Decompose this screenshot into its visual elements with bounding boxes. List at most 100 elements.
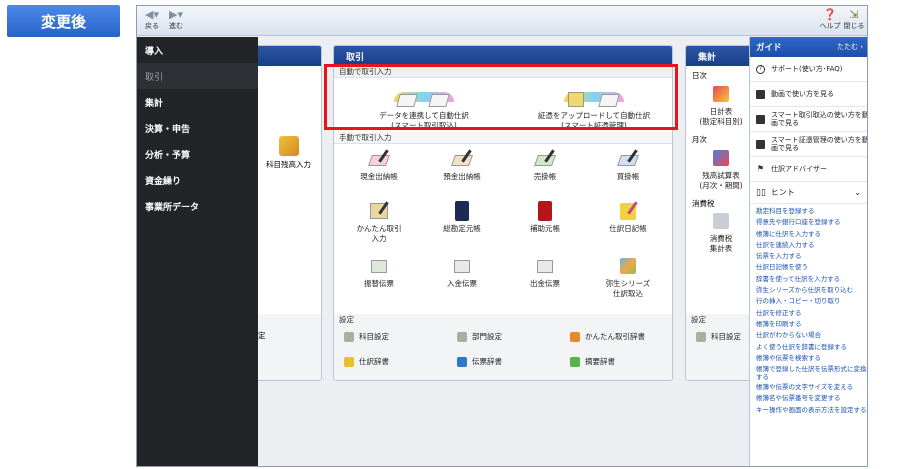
tekiyo-jisho-button[interactable]: 摘要辞書 xyxy=(570,356,615,367)
dictionary-orange-icon xyxy=(570,331,580,342)
hint-link[interactable]: 帳簿で登録した仕訳を伝票形式に変換する xyxy=(756,364,867,382)
trial-balance-icon xyxy=(710,148,732,168)
menu-item-shukei[interactable]: 集計 xyxy=(137,89,258,115)
deposit-slip-icon xyxy=(451,256,473,276)
video-camera-icon xyxy=(756,139,765,149)
forward-button[interactable]: ▶▾ 進む xyxy=(165,9,187,31)
shiwake-nikkicho-button[interactable]: 仕訳日記帳 xyxy=(588,201,668,234)
tax-report-icon xyxy=(710,211,732,231)
hint-list: 勘定科目を登録する 得意先や銀行口座を登録する 帳簿に仕訳を入力する 仕訳を連続… xyxy=(750,204,867,415)
hojo-motocho-button[interactable]: 補助元帳 xyxy=(505,201,585,234)
guide-video-link[interactable]: 動画で使い方を見る xyxy=(750,82,867,107)
hint-link[interactable]: 仕訳がわからない場合 xyxy=(756,330,867,341)
nikkeihyo-button[interactable]: 日計表 (勘定科目別) xyxy=(690,84,752,127)
cube-icon xyxy=(457,331,467,342)
yayoi-series-torikomi-button[interactable]: 弥生シリーズ 仕訳取込 xyxy=(588,256,668,299)
zandaka-shisanhyo-button[interactable]: 残高試算表 (月次・期間) xyxy=(690,148,752,191)
hint-link[interactable]: 帳簿を印刷する xyxy=(756,319,867,330)
guide-header: ガイド たたむ › xyxy=(750,37,867,57)
menu-item-torihiki[interactable]: 取引 xyxy=(137,63,258,89)
menu-item-bunseki[interactable]: 分析・予算 xyxy=(137,141,258,167)
cash-book-icon xyxy=(367,149,391,169)
daily-section: 日次 xyxy=(692,71,707,80)
side-menu: 導入 取引 集計 決算・申告 分析・予算 資金繰り 事業所データ xyxy=(137,37,258,466)
dictionary-yellow-icon xyxy=(344,356,354,367)
video-camera-icon xyxy=(756,89,765,99)
sub-ledger-icon xyxy=(534,201,556,221)
help-icon: ❓ xyxy=(823,8,837,21)
kamoku-zandaka-button[interactable]: 科目残高入力 xyxy=(256,136,321,170)
kantan-torihiki-nyuryoku-button[interactable]: かんたん取引 入力 xyxy=(339,201,419,244)
genkin-suitocho-button[interactable]: 現金出納帳 xyxy=(339,149,419,182)
menu-item-kessan[interactable]: 決算・申告 xyxy=(137,115,258,141)
urikakecho-button[interactable]: 売掛帳 xyxy=(505,149,585,182)
ledger-pen-icon xyxy=(278,136,299,156)
guide-panel: ガイド たたむ › ? サポート(使い方･FAQ) 動画で使い方を見る スマート… xyxy=(749,37,867,466)
kamoku-settei-button[interactable]: 科目設定 xyxy=(344,331,389,342)
dictionary-blue-icon xyxy=(457,356,467,367)
help-button[interactable]: ❓ ヘルプ xyxy=(819,9,841,31)
after-change-badge: 変更後 xyxy=(7,5,120,37)
chevron-down-icon: ⌄ xyxy=(854,188,861,197)
chevron-right-circle-icon: › xyxy=(860,43,863,51)
transfer-slip-icon xyxy=(368,256,390,276)
daily-report-icon xyxy=(710,84,732,104)
hint-link[interactable]: 帳簿や伝票の文字サイズを変える xyxy=(756,382,867,393)
flag-icon: ⚑ xyxy=(756,164,765,173)
menu-item-intro[interactable]: 導入 xyxy=(137,37,258,63)
bumon-settei-button[interactable]: 部門設定 xyxy=(457,331,502,342)
manual-entry-section: 手動で取引入力 xyxy=(334,132,672,144)
guide-shiwake-advisor-link[interactable]: ⚑ 仕訳アドバイザー xyxy=(750,157,867,182)
close-button[interactable]: ⇲ 閉じる xyxy=(843,9,865,31)
hint-link[interactable]: 帳簿名や伝票番号を変更する xyxy=(756,393,867,404)
sokanjo-motocho-button[interactable]: 総勘定元帳 xyxy=(422,201,502,234)
hint-link[interactable]: 仕訳を修正する xyxy=(756,308,867,319)
torihiki-settings-section: 設定 xyxy=(334,314,672,326)
hint-toggle[interactable]: ▯▯ ヒント ⌄ xyxy=(750,182,867,204)
menu-item-jigyosho[interactable]: 事業所データ xyxy=(137,193,258,219)
shiwake-jisho-button[interactable]: 仕訳辞書 xyxy=(344,356,389,367)
torihiki-settings-area: 設定 科目設定 部門設定 かんたん取引辞書 仕訳辞書 伝票辞書 摘要辞書 xyxy=(334,314,672,380)
hint-link[interactable]: 仕訳日記帳を使う xyxy=(756,262,867,273)
cube-icon xyxy=(696,331,706,342)
left-setting-partial[interactable]: 定 xyxy=(258,330,266,341)
back-button[interactable]: ◀▾ 戻る xyxy=(141,9,163,31)
hint-link[interactable]: 伝票を入力する xyxy=(756,251,867,262)
hint-link[interactable]: 行の挿入・コピー・切り取り xyxy=(756,296,867,307)
furikae-denpyo-button[interactable]: 振替伝票 xyxy=(339,256,419,289)
shukei-kamoku-settei-button[interactable]: 科目設定 xyxy=(696,331,741,342)
guide-support-link[interactable]: ? サポート(使い方･FAQ) xyxy=(750,57,867,82)
toolbar: ◀▾ 戻る ▶▾ 進む ❓ ヘルプ ⇲ 閉じる xyxy=(137,6,867,36)
cube-icon xyxy=(344,331,354,342)
shohizei-shukeihyo-button[interactable]: 消費税 集計表 xyxy=(690,211,752,254)
guide-smart-shohyo-video-link[interactable]: スマート証憑管理の使い方を動画で見る xyxy=(750,132,867,157)
kaikakecho-button[interactable]: 買掛帳 xyxy=(588,149,668,182)
nyukin-denpyo-button[interactable]: 入金伝票 xyxy=(422,256,502,289)
hint-link[interactable]: 帳簿に仕訳を入力する xyxy=(756,229,867,240)
hint-link[interactable]: 勘定科目を登録する xyxy=(756,206,867,217)
shukkin-denpyo-button[interactable]: 出金伝票 xyxy=(505,256,585,289)
hint-link[interactable]: 得意先や銀行口座を登録する xyxy=(756,217,867,228)
question-circle-icon: ? xyxy=(756,64,765,74)
hint-link[interactable]: 弥生シリーズから仕訳を取り込む xyxy=(756,285,867,296)
kantan-torihiki-jisho-button[interactable]: かんたん取引辞書 xyxy=(570,331,645,342)
collapse-guide-button[interactable]: たたむ › xyxy=(837,42,863,52)
hint-link[interactable]: 仕訳を連続入力する xyxy=(756,240,867,251)
yokin-suitocho-button[interactable]: 預金出納帳 xyxy=(422,149,502,182)
dictionary-green-icon xyxy=(570,356,580,367)
book-icon: ▯▯ xyxy=(756,187,766,198)
guide-smart-torihiki-video-link[interactable]: スマート取引取込の使い方を動画で見る xyxy=(750,107,867,132)
journal-icon xyxy=(617,201,639,221)
close-door-icon: ⇲ xyxy=(849,8,859,21)
menu-item-shikinguri[interactable]: 資金繰り xyxy=(137,167,258,193)
hint-link[interactable]: キー操作や画面の表示方法を設定する xyxy=(756,405,867,415)
denpyo-jisho-button[interactable]: 伝票辞書 xyxy=(457,356,502,367)
torihiki-panel-title: 取引 xyxy=(334,46,672,66)
hint-link[interactable]: 辞書を使って仕訳を入力する xyxy=(756,274,867,285)
withdrawal-slip-icon xyxy=(534,256,556,276)
hint-link[interactable]: よく使う仕訳を辞書に登録する xyxy=(756,342,867,353)
hint-link[interactable]: 帳簿や伝票を検索する xyxy=(756,353,867,364)
yayoi-import-icon xyxy=(617,256,639,276)
deposit-book-icon xyxy=(450,149,474,169)
payable-book-icon xyxy=(616,149,640,169)
